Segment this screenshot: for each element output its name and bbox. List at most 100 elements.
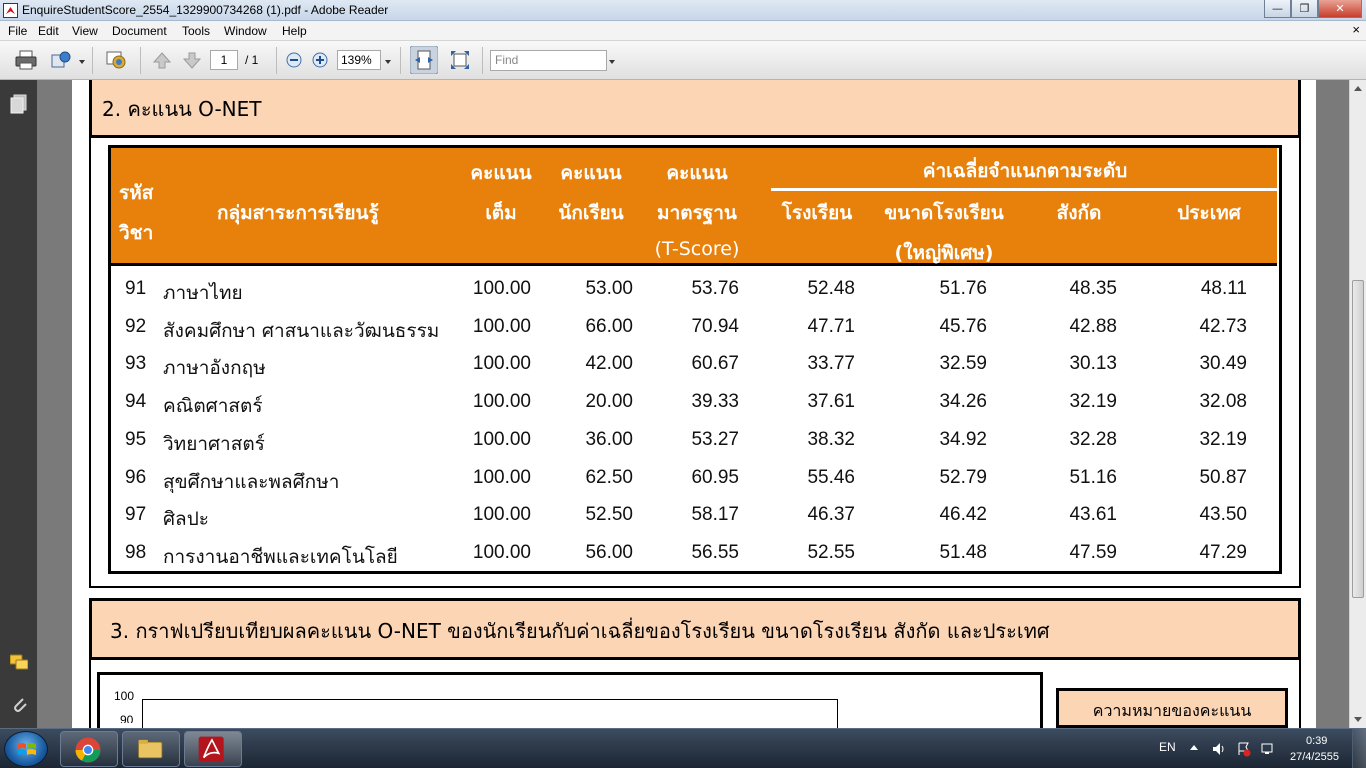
menu-document[interactable]: Document: [112, 24, 167, 38]
zoom-level-select[interactable]: 139%: [337, 50, 381, 70]
collaborate-icon[interactable]: [104, 49, 128, 71]
find-dropdown-icon[interactable]: [609, 60, 615, 64]
zoom-dropdown-icon[interactable]: [385, 60, 391, 64]
cell-standard: 53.27: [691, 428, 739, 450]
document-close-icon[interactable]: ×: [1352, 22, 1360, 37]
menu-edit[interactable]: Edit: [38, 24, 59, 38]
cell-student: 62.50: [585, 466, 633, 488]
share-dropdown-icon[interactable]: [79, 60, 85, 64]
zoom-in-icon[interactable]: [310, 49, 330, 71]
cell-subject: ภาษาอังกฤษ: [163, 357, 266, 380]
cell-code: 98: [125, 541, 147, 563]
cell-student: 66.00: [585, 315, 633, 337]
minimize-button[interactable]: —: [1264, 0, 1291, 18]
cell-size: 52.79: [939, 466, 987, 488]
cell-affiliation: 30.13: [1069, 353, 1117, 375]
start-button[interactable]: [4, 731, 48, 767]
cell-school: 33.77: [807, 353, 855, 375]
toolbar: 1 / 1 139% Find: [0, 41, 1366, 80]
clock-date[interactable]: 27/4/2555: [1290, 751, 1339, 768]
cell-code: 96: [125, 466, 147, 488]
menu-view[interactable]: View: [72, 24, 98, 38]
header-size-line2: (ใหญ่พิเศษ): [894, 242, 994, 264]
folder-icon: [138, 739, 163, 759]
menu-tools[interactable]: Tools: [182, 24, 210, 38]
vertical-scrollbar[interactable]: [1349, 80, 1366, 728]
fit-width-icon[interactable]: [410, 46, 438, 74]
cell-student: 56.00: [585, 541, 633, 563]
language-indicator[interactable]: EN: [1159, 740, 1176, 768]
action-center-icon[interactable]: [1236, 741, 1252, 757]
cell-country: 32.19: [1199, 428, 1247, 450]
cell-school: 46.37: [807, 504, 855, 526]
close-button[interactable]: ✕: [1318, 0, 1362, 18]
cell-student: 36.00: [585, 428, 633, 450]
show-desktop-button[interactable]: [1352, 729, 1366, 768]
find-input[interactable]: Find: [490, 50, 607, 71]
cell-country: 42.73: [1199, 315, 1247, 337]
table-header: รหัส วิชา กลุ่มสาระการเรียนรู้ คะแนน เต็…: [111, 148, 1279, 266]
window-titlebar[interactable]: EnquireStudentScore_2554_1329900734268 (…: [0, 0, 1366, 21]
cell-student: 53.00: [585, 278, 633, 299]
cell-school: 38.32: [807, 428, 855, 450]
network-icon[interactable]: [1260, 741, 1276, 757]
header-school: โรงเรียน: [781, 202, 853, 224]
comments-icon[interactable]: [10, 652, 28, 672]
taskbar-explorer[interactable]: [122, 731, 180, 767]
zoom-out-icon[interactable]: [284, 49, 304, 71]
show-hidden-icons-icon[interactable]: [1190, 745, 1198, 750]
cell-size: 46.42: [939, 504, 987, 526]
cell-standard: 56.55: [691, 541, 739, 563]
volume-icon[interactable]: [1211, 741, 1227, 757]
scrollbar-thumb[interactable]: [1352, 280, 1364, 598]
cell-country: 32.08: [1199, 391, 1247, 413]
menu-file[interactable]: File: [8, 24, 27, 38]
cell-affiliation: 51.16: [1069, 466, 1117, 488]
cell-affiliation: 32.19: [1069, 391, 1117, 413]
previous-page-icon[interactable]: [150, 49, 174, 71]
cell-subject: วิทยาศาสตร์: [163, 432, 265, 455]
page-number-input[interactable]: 1: [210, 50, 238, 70]
close-icon: ✕: [1335, 2, 1345, 15]
page-thumbnails-icon[interactable]: [10, 94, 28, 114]
print-icon[interactable]: [14, 49, 38, 71]
chart-y-tick-100: 100: [114, 689, 135, 703]
cell-code: 97: [125, 504, 147, 526]
cell-student: 42.00: [585, 353, 633, 375]
cell-size: 51.76: [939, 278, 987, 299]
scroll-down-icon[interactable]: [1354, 717, 1362, 722]
cell-affiliation: 43.61: [1069, 504, 1117, 526]
cell-full: 100.00: [472, 541, 531, 563]
full-screen-icon[interactable]: [449, 49, 471, 71]
section3-header: 3. กราฟเปรียบเทียบผลคะแนน O-NET ของนักเร…: [89, 598, 1301, 660]
toolbar-separator: [92, 47, 93, 74]
header-standard-line3: (T-Score): [654, 238, 740, 260]
cell-full: 100.00: [472, 504, 531, 526]
taskbar-adobe-reader[interactable]: [184, 731, 242, 767]
menu-help[interactable]: Help: [282, 24, 307, 38]
next-page-icon[interactable]: [180, 49, 204, 71]
window-controls: — ❐ ✕: [1264, 0, 1362, 18]
windows-taskbar: EN 0:39 27/4/2555: [0, 728, 1366, 768]
cell-subject: สุขศึกษาและพลศึกษา: [163, 470, 340, 493]
cell-full: 100.00: [472, 315, 531, 337]
cell-standard: 53.76: [691, 278, 739, 299]
cell-school: 47.71: [807, 315, 855, 337]
cell-standard: 60.95: [691, 466, 739, 488]
cell-country: 50.87: [1199, 466, 1247, 488]
attachments-icon[interactable]: [10, 694, 28, 714]
scroll-up-icon[interactable]: [1354, 86, 1362, 91]
cell-affiliation: 47.59: [1069, 541, 1117, 563]
share-icon[interactable]: [50, 49, 74, 71]
restore-button[interactable]: ❐: [1291, 0, 1318, 18]
taskbar-chrome[interactable]: [60, 731, 118, 767]
menu-bar: File Edit View Document Tools Window Hel…: [0, 21, 1366, 41]
cell-country: 47.29: [1199, 541, 1247, 563]
menu-window[interactable]: Window: [224, 24, 267, 38]
onet-score-table: รหัส วิชา กลุ่มสาระการเรียนรู้ คะแนน เต็…: [108, 145, 1282, 574]
cell-size: 51.48: [939, 541, 987, 563]
cell-full: 100.00: [472, 428, 531, 450]
page-total: / 1: [245, 53, 259, 67]
cell-standard: 39.33: [691, 391, 739, 413]
document-viewport[interactable]: 2. คะแนน O-NET รหัส วิชา กลุ่มสาระการเรี…: [37, 80, 1349, 728]
